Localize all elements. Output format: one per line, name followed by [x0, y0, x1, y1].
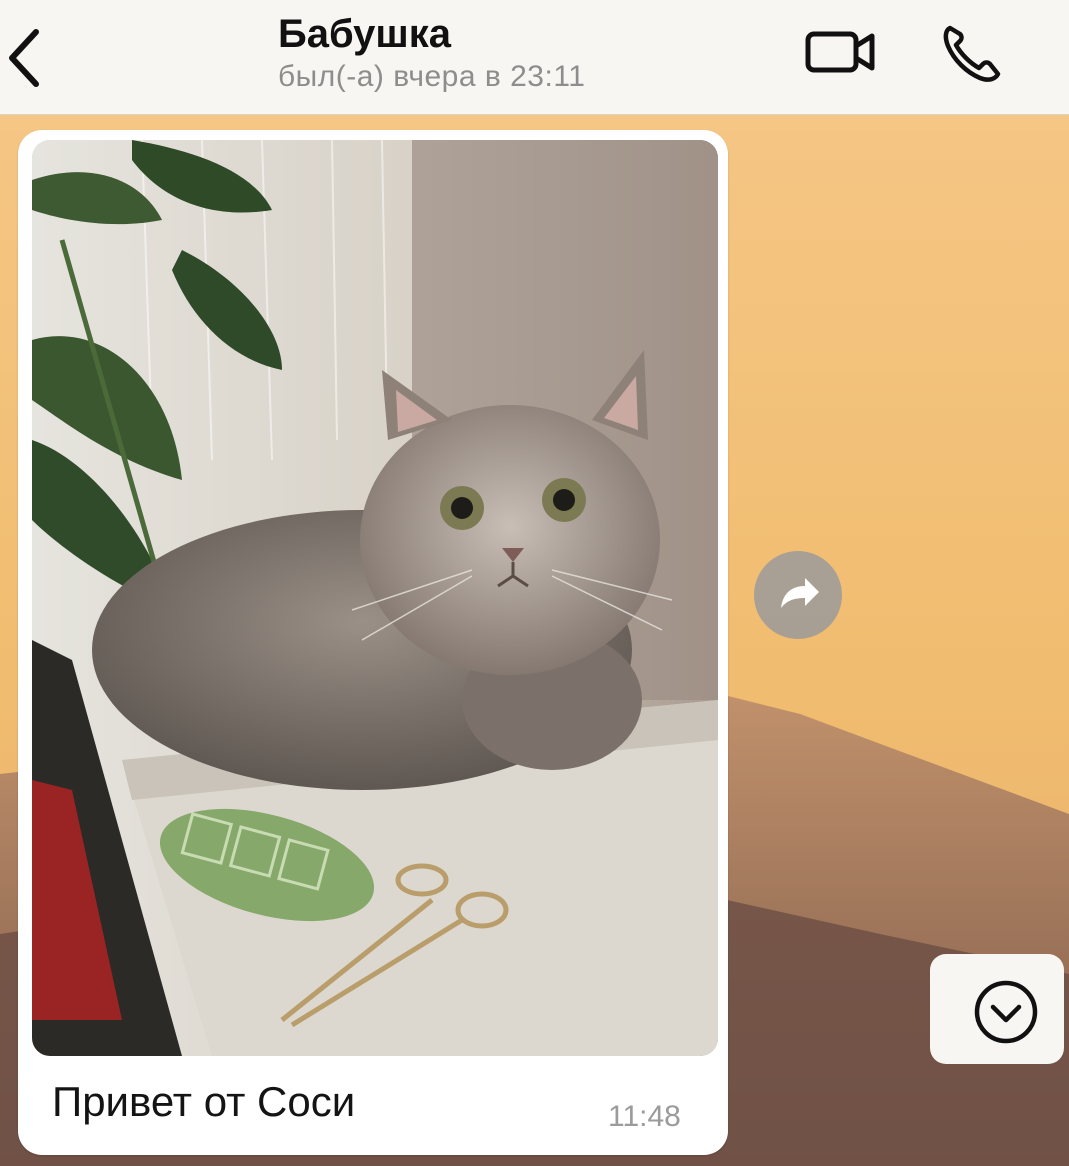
message-caption: Привет от Соси — [52, 1078, 356, 1125]
cat-photo-image — [32, 140, 718, 1056]
chevron-left-icon — [9, 29, 39, 87]
back-button[interactable] — [0, 18, 60, 98]
phone-icon — [943, 25, 1001, 82]
message-timestamp: 11:48 — [608, 1100, 681, 1133]
forward-share-icon — [754, 551, 842, 639]
video-call-button[interactable] — [800, 20, 882, 80]
chevron-down-circle-icon — [974, 980, 1038, 1044]
message-photo[interactable] — [32, 140, 718, 1056]
chat-header: Бабушка был(-а) вчера в 23:11 — [0, 0, 1069, 115]
message-bubble[interactable]: Привет от Соси 11:48 — [18, 130, 728, 1155]
forward-button[interactable] — [753, 550, 843, 640]
scroll-to-bottom-button[interactable] — [930, 954, 1064, 1064]
voice-call-button[interactable] — [936, 16, 1008, 88]
video-camera-icon — [805, 31, 875, 73]
last-seen-status: был(-а) вчера в 23:11 — [278, 60, 586, 93]
contact-name[interactable]: Бабушка — [278, 12, 451, 57]
